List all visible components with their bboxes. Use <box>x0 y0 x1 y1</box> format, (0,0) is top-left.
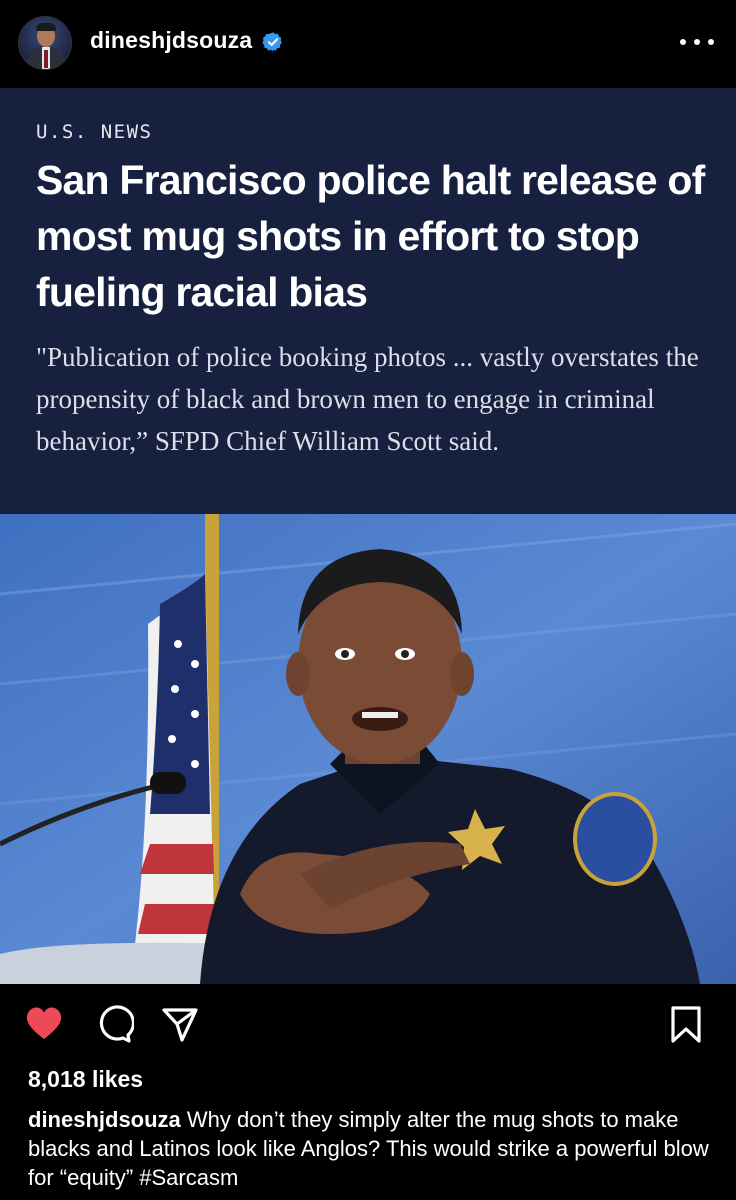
article-card: U.S. NEWS San Francisco police halt rele… <box>0 88 736 514</box>
verified-badge-icon <box>262 32 282 52</box>
heart-icon[interactable] <box>24 1004 64 1044</box>
article-headline: San Francisco police halt release of mos… <box>36 157 705 315</box>
article-kicker: U.S. NEWS <box>36 121 153 143</box>
comment-icon[interactable] <box>94 1004 134 1044</box>
share-icon[interactable] <box>160 1004 200 1044</box>
bookmark-icon[interactable] <box>666 1004 706 1044</box>
username-link[interactable]: dineshjdsouza <box>90 27 252 54</box>
avatar[interactable] <box>18 16 72 70</box>
post-photo[interactable] <box>0 514 736 984</box>
article-dek: "Publication of police booking photos ..… <box>36 342 699 456</box>
post-actions <box>0 988 736 1060</box>
more-options-icon[interactable] <box>680 31 714 53</box>
likes-count[interactable]: 8,018 likes <box>28 1066 143 1093</box>
caption-username[interactable]: dineshjdsouza <box>28 1107 181 1132</box>
post-header: dineshjdsouza <box>0 0 736 86</box>
post-caption: dineshjdsouza Why don’t they simply alte… <box>28 1105 718 1192</box>
